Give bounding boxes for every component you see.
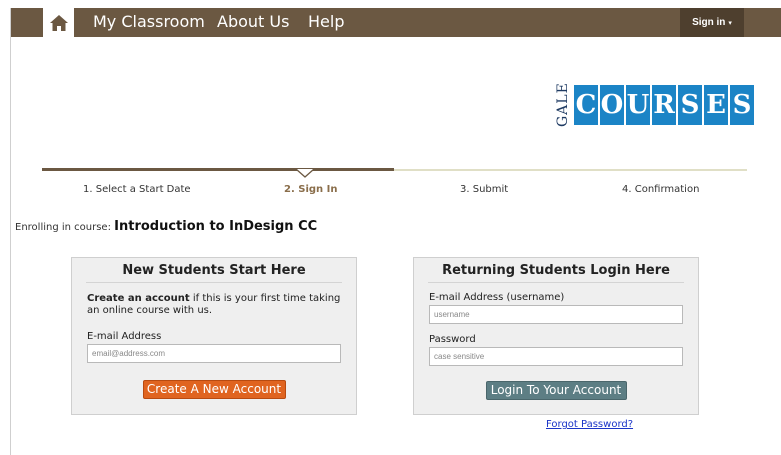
page: My Classroom About Us Help Sign in ▾ GAL… [10, 7, 781, 455]
logo-letter: S [678, 84, 702, 125]
enrolling-prefix: Enrolling in course: [15, 222, 115, 233]
step-sign-in: 2. Sign In [284, 184, 338, 195]
returning-students-title: Returning Students Login Here [442, 263, 670, 278]
username-label: E-mail Address (username) [429, 292, 565, 303]
enrolling-course: Enrolling in course: Introduction to InD… [15, 219, 317, 234]
sign-in-label: Sign in [692, 17, 726, 28]
logo-letter: S [730, 84, 754, 125]
new-students-title: New Students Start Here [122, 263, 306, 278]
home-button[interactable] [43, 7, 74, 38]
username-input[interactable]: username [429, 305, 683, 324]
step-pointer-icon [296, 168, 314, 178]
password-label: Password [429, 334, 476, 345]
gale-courses-logo: GALE C O U R S E S [555, 82, 754, 127]
logo-letter: U [626, 84, 650, 125]
home-icon [49, 14, 68, 31]
divider [428, 282, 684, 283]
nav-about-us[interactable]: About Us [217, 8, 289, 37]
nav-help[interactable]: Help [308, 8, 344, 37]
divider [86, 282, 342, 283]
step-select-start-date: 1. Select a Start Date [83, 184, 191, 195]
sign-in-dropdown[interactable]: Sign in ▾ [680, 8, 744, 37]
progress-track-complete [42, 168, 394, 171]
step-confirmation: 4. Confirmation [622, 184, 700, 195]
email-label: E-mail Address [87, 331, 162, 342]
caret-down-icon: ▾ [728, 19, 732, 27]
step-submit: 3. Submit [460, 184, 509, 195]
create-account-button[interactable]: Create A New Account [142, 380, 286, 399]
forgot-password-link[interactable]: Forgot Password? [546, 419, 633, 430]
logo-courses: C O U R S E S [574, 84, 754, 125]
logo-letter: C [574, 84, 598, 125]
nav-my-classroom[interactable]: My Classroom [93, 8, 205, 37]
top-nav: My Classroom About Us Help Sign in ▾ [11, 7, 781, 38]
logo-letter: E [704, 84, 728, 125]
logo-gale-text: GALE [555, 82, 571, 127]
logo-letter: R [652, 84, 676, 125]
new-account-description: Create an account if this is your first … [87, 293, 341, 317]
create-account-emphasis: Create an account [87, 293, 190, 304]
login-button[interactable]: Login To Your Account [485, 381, 627, 400]
returning-students-panel: Returning Students Login Here E-mail Add… [413, 257, 699, 415]
logo-letter: O [600, 84, 624, 125]
course-name: Introduction to InDesign CC [114, 219, 318, 234]
password-input[interactable]: case sensitive [429, 347, 683, 366]
new-students-panel: New Students Start Here Create an accoun… [71, 257, 357, 415]
new-email-input[interactable]: email@address.com [87, 344, 341, 363]
